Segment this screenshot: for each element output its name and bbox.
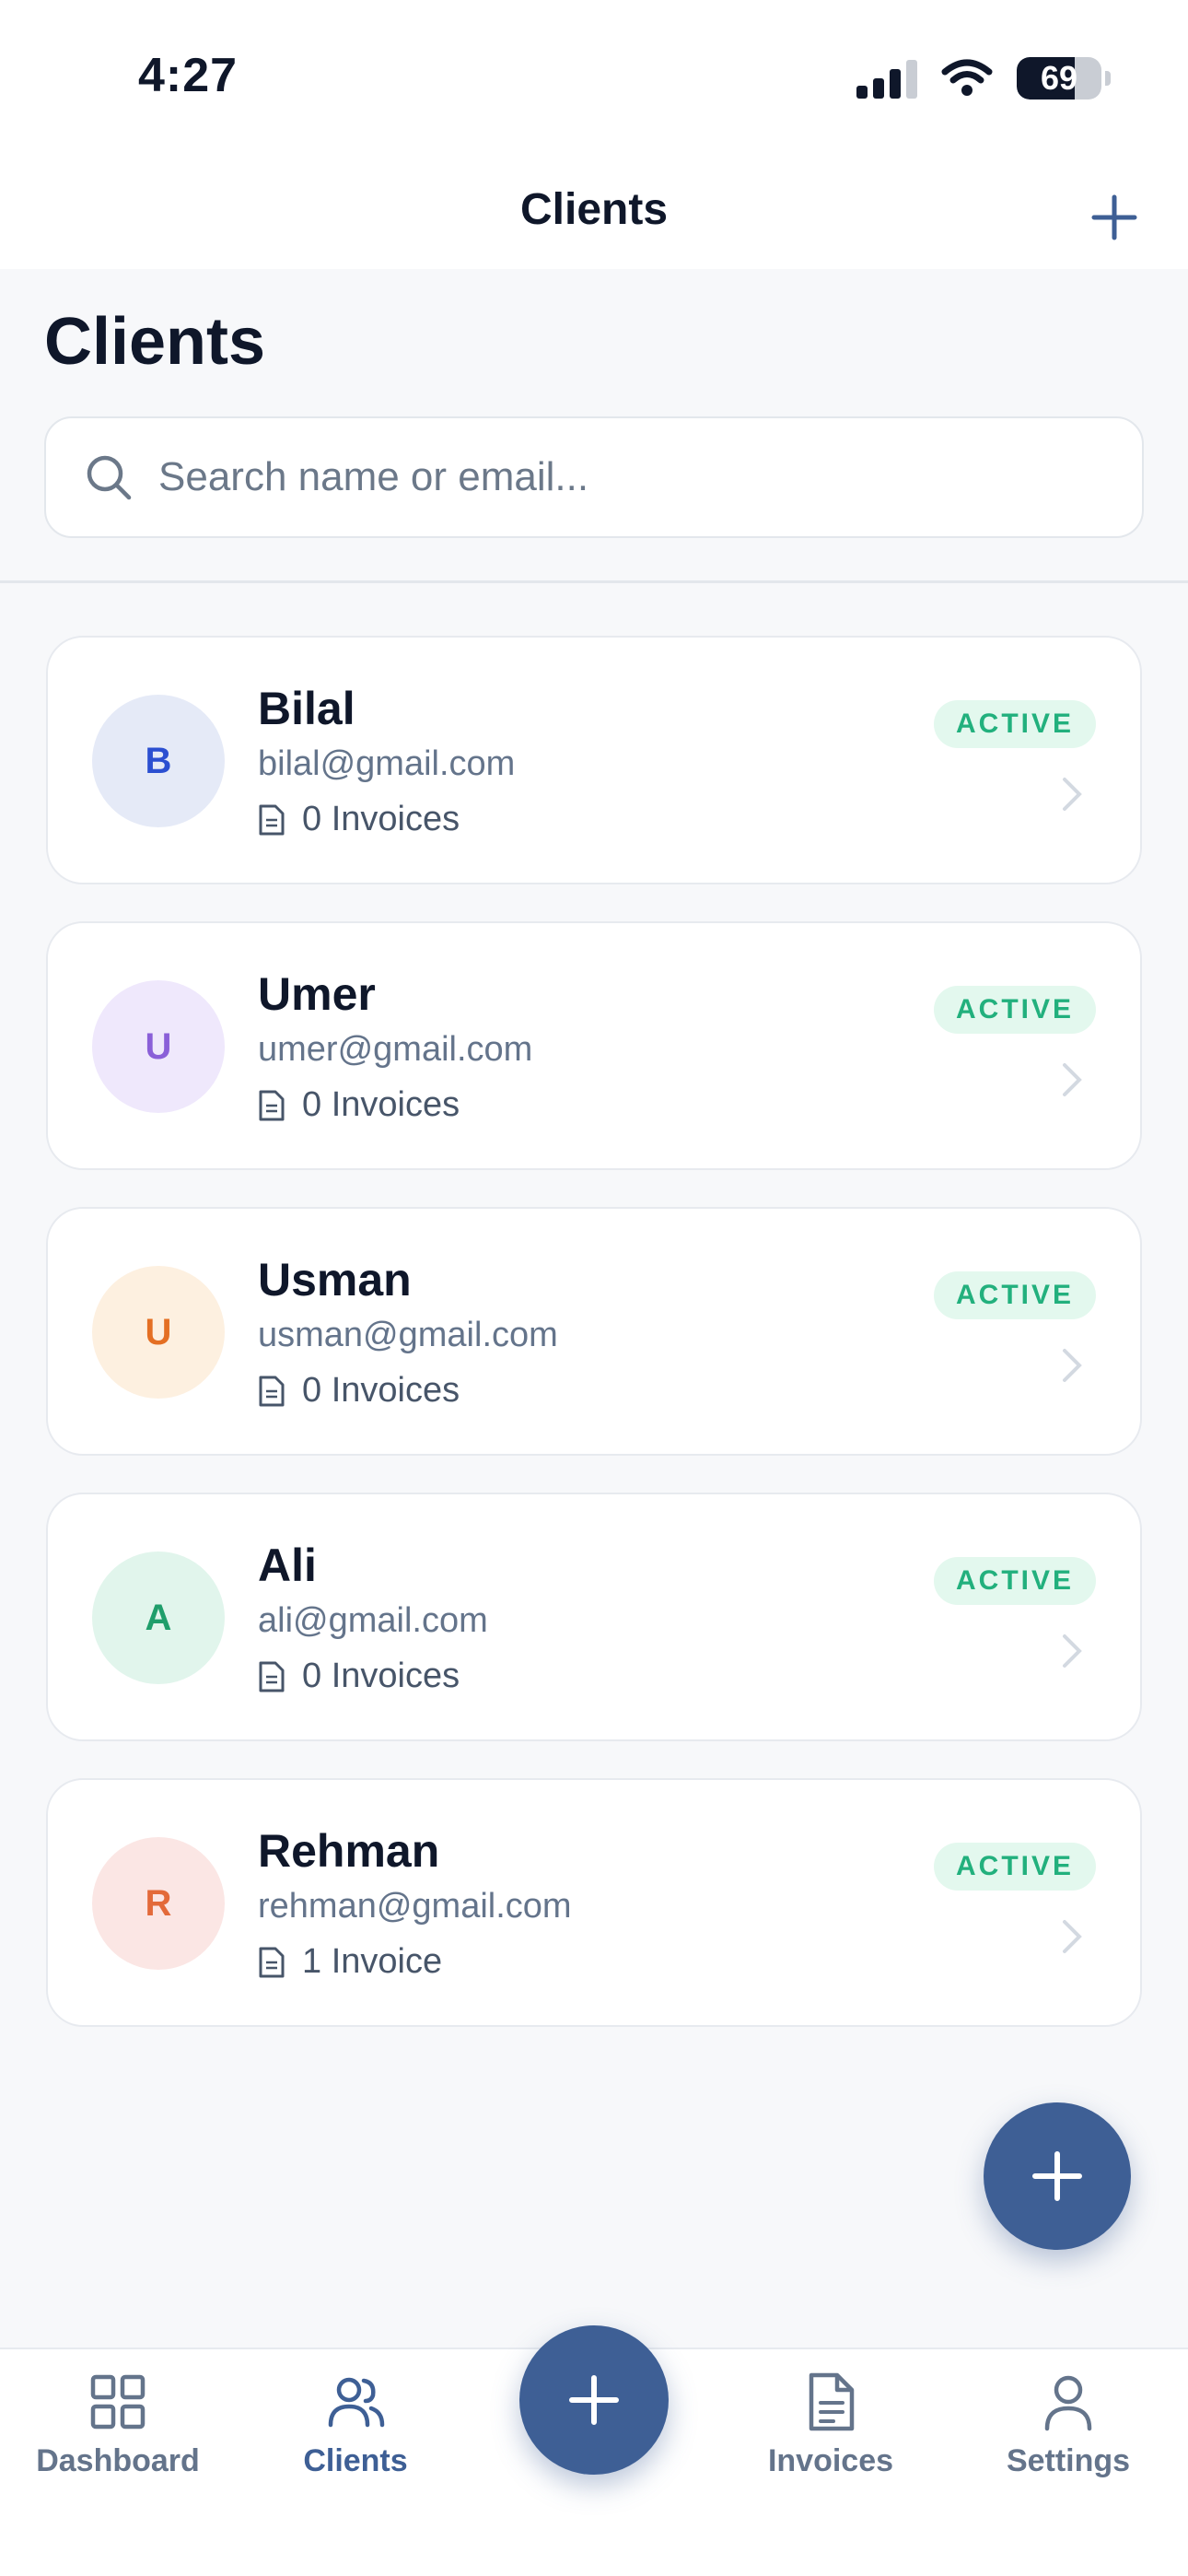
avatar: B — [92, 695, 225, 827]
chevron-right-icon — [1063, 1920, 1082, 1953]
invoice-count-label: 0 Invoices — [302, 1371, 460, 1410]
plus-icon — [569, 2375, 619, 2425]
search-input[interactable]: Search name or email... — [44, 416, 1144, 538]
user-icon — [1044, 2375, 1092, 2431]
status-icons: 69 — [856, 55, 1111, 101]
invoice-count: 0 Invoices — [258, 1657, 460, 1696]
status-badge: ACTIVE — [933, 1843, 1096, 1891]
wifi-icon — [941, 59, 993, 96]
avatar: R — [92, 1837, 225, 1970]
divider — [0, 580, 1188, 583]
client-card[interactable]: R Rehman rehman@gmail.com 1 Invoice ACTI… — [46, 1778, 1142, 2027]
tab-clients[interactable]: Clients — [245, 2370, 466, 2479]
tab-label: Clients — [303, 2443, 408, 2478]
invoice-count-label: 1 Invoice — [302, 1942, 443, 1981]
center-add-button[interactable] — [519, 2325, 669, 2475]
tab-dashboard[interactable]: Dashboard — [7, 2370, 228, 2479]
avatar: U — [92, 1266, 225, 1399]
client-card[interactable]: B Bilal bilal@gmail.com 0 Invoices ACTIV… — [46, 636, 1142, 884]
tab-invoices[interactable]: Invoices — [720, 2370, 941, 2479]
status-time: 4:27 — [138, 49, 239, 102]
document-icon — [259, 1661, 285, 1692]
plus-icon — [1032, 2151, 1082, 2201]
invoice-count: 0 Invoices — [258, 1085, 460, 1125]
plus-icon[interactable] — [1085, 188, 1144, 247]
client-card[interactable]: A Ali ali@gmail.com 0 Invoices ACTIVE — [46, 1493, 1142, 1741]
invoice-count-label: 0 Invoices — [302, 1657, 460, 1695]
battery-icon: 69 — [1017, 57, 1101, 100]
avatar: A — [92, 1551, 225, 1684]
chevron-right-icon — [1063, 1634, 1082, 1668]
invoice-icon — [809, 2372, 855, 2431]
client-name: Usman — [258, 1254, 412, 1306]
status-badge: ACTIVE — [933, 1557, 1096, 1605]
status-badge: ACTIVE — [933, 1271, 1096, 1319]
invoice-count-label: 0 Invoices — [302, 1085, 460, 1124]
document-icon — [259, 1947, 285, 1977]
client-name: Ali — [258, 1540, 317, 1591]
tab-label: Settings — [1006, 2443, 1131, 2478]
client-email: usman@gmail.com — [258, 1316, 558, 1354]
client-name: Umer — [258, 968, 376, 1020]
invoice-count: 1 Invoice — [258, 1942, 442, 1982]
document-icon — [259, 1376, 285, 1406]
client-card[interactable]: U Usman usman@gmail.com 0 Invoices ACTIV… — [46, 1207, 1142, 1456]
battery-level: 69 — [1040, 59, 1078, 97]
document-icon — [259, 804, 285, 835]
invoice-count-label: 0 Invoices — [302, 800, 460, 838]
client-card[interactable]: U Umer umer@gmail.com 0 Invoices ACTIVE — [46, 921, 1142, 1170]
client-name: Bilal — [258, 683, 355, 734]
chevron-right-icon — [1063, 778, 1082, 811]
client-email: ali@gmail.com — [258, 1601, 488, 1640]
add-client-button[interactable] — [984, 2102, 1131, 2250]
status-bar: 4:27 69 — [0, 0, 1188, 147]
avatar: U — [92, 980, 225, 1113]
invoice-count: 0 Invoices — [258, 800, 460, 839]
tab-label: Dashboard — [36, 2443, 200, 2478]
client-email: rehman@gmail.com — [258, 1887, 572, 1926]
signal-icon — [856, 58, 917, 99]
status-badge: ACTIVE — [933, 986, 1096, 1034]
search-placeholder: Search name or email... — [158, 454, 589, 499]
client-email: umer@gmail.com — [258, 1030, 533, 1069]
dashboard-icon — [90, 2374, 146, 2430]
chevron-right-icon — [1063, 1063, 1082, 1096]
nav-title: Clients — [519, 185, 669, 234]
tab-settings[interactable]: Settings — [958, 2370, 1179, 2479]
invoice-count: 0 Invoices — [258, 1371, 460, 1411]
status-badge: ACTIVE — [933, 700, 1096, 748]
tab-label: Invoices — [767, 2443, 894, 2478]
battery-cap — [1105, 71, 1111, 86]
chevron-right-icon — [1063, 1349, 1082, 1382]
client-name: Rehman — [258, 1825, 440, 1877]
client-email: bilal@gmail.com — [258, 744, 516, 783]
page-title: Clients — [44, 305, 266, 379]
clients-screen: 4:27 69 Clients Clients Search name or e… — [0, 0, 1188, 2576]
users-icon — [328, 2377, 385, 2428]
document-icon — [259, 1090, 285, 1120]
search-icon — [87, 455, 132, 500]
